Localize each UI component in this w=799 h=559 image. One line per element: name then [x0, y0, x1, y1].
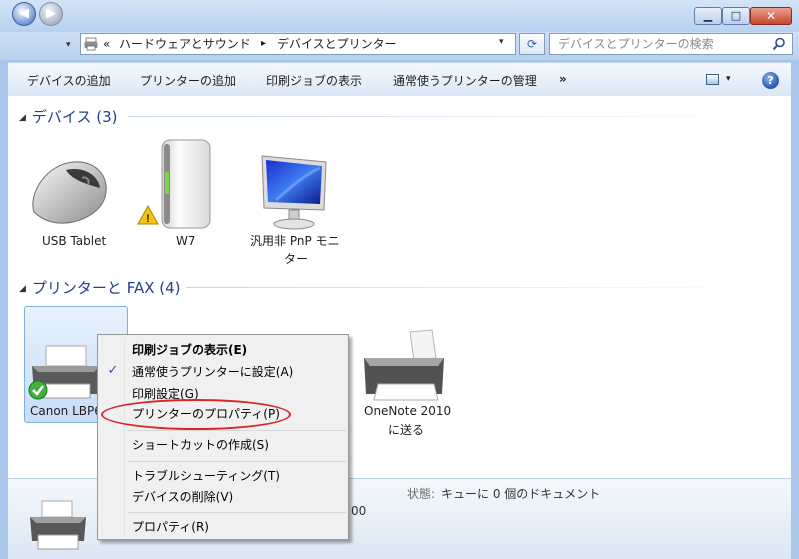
- forward-button[interactable]: ▶: [39, 2, 63, 26]
- group-divider: [186, 287, 768, 288]
- minimize-icon: ▁: [703, 9, 713, 22]
- breadcrumb-separator[interactable]: ▸: [261, 36, 266, 52]
- menu-separator: [128, 430, 346, 431]
- red-highlight-ellipse: [101, 399, 291, 430]
- search-placeholder: デバイスとプリンターの検索: [558, 37, 714, 51]
- svg-text:!: !: [146, 213, 150, 225]
- menu-separator: [128, 461, 346, 462]
- device-label-monitor[interactable]: 汎用非 PnP モニ: [250, 232, 340, 250]
- back-button[interactable]: ◀: [12, 2, 36, 26]
- close-icon: ✕: [765, 9, 777, 23]
- more-commands-button[interactable]: »: [559, 72, 567, 86]
- forward-arrow-icon: ▶: [46, 6, 56, 21]
- menu-item-remove-device[interactable]: デバイスの削除(V): [132, 488, 233, 505]
- mouse-icon[interactable]: [26, 154, 112, 230]
- search-icon[interactable]: [772, 37, 786, 51]
- menu-item-view-print-jobs[interactable]: 印刷ジョブの表示(E): [132, 341, 247, 358]
- device-label-monitor-line2[interactable]: ター: [284, 250, 308, 268]
- group-divider: [128, 116, 768, 117]
- default-printer-check-icon: [28, 380, 48, 400]
- address-bar[interactable]: « ハードウェアとサウンド ▸ デバイスとプリンター ▾: [80, 33, 516, 55]
- add-device-button[interactable]: デバイスの追加: [27, 72, 111, 89]
- breadcrumb-hardware-sound[interactable]: ハードウェアとサウンド: [119, 36, 251, 52]
- device-label-w7[interactable]: W7: [176, 232, 196, 250]
- details-status: 状態: キューに 0 個のドキュメント: [407, 485, 600, 502]
- refresh-icon: ⟳: [526, 37, 538, 51]
- add-printer-button[interactable]: プリンターの追加: [140, 72, 236, 89]
- details-extra-text: 00: [351, 504, 367, 518]
- command-bar: デバイスの追加 プリンターの追加 印刷ジョブの表示 通常使うプリンターの管理 »…: [8, 62, 791, 96]
- printer-location-icon: [84, 37, 98, 51]
- view-options-dropdown[interactable]: ▾: [726, 74, 731, 84]
- close-button[interactable]: ✕: [750, 7, 792, 25]
- monitor-icon[interactable]: [256, 152, 332, 232]
- menu-separator: [128, 512, 346, 513]
- menu-item-properties[interactable]: プロパティ(R): [132, 518, 209, 535]
- help-icon[interactable]: ?: [762, 72, 779, 89]
- change-view-icon[interactable]: [706, 74, 719, 85]
- printers-group-title: プリンターと FAX (4): [31, 279, 181, 297]
- check-icon: ✓: [107, 363, 119, 378]
- devices-group-title: デバイス (3): [31, 108, 118, 126]
- menu-gutter: [124, 337, 125, 537]
- minimize-button[interactable]: ▁: [694, 7, 722, 25]
- context-menu: ✓ 印刷ジョブの表示(E) 通常使うプリンターに設定(A) 印刷設定(G) プリ…: [97, 334, 349, 540]
- back-arrow-icon: ◀: [19, 6, 29, 21]
- printer-label-canon[interactable]: Canon LBP6: [30, 402, 102, 420]
- menu-item-troubleshoot[interactable]: トラブルシューティング(T): [132, 467, 280, 484]
- refresh-button[interactable]: ⟳: [519, 33, 545, 55]
- printer-icon: [30, 500, 86, 550]
- device-label-usb-tablet[interactable]: USB Tablet: [42, 232, 106, 250]
- search-box[interactable]: デバイスとプリンターの検索: [549, 33, 793, 55]
- printer-label-onenote[interactable]: OneNote 2010: [364, 402, 451, 420]
- collapse-arrow-icon: ◢: [19, 284, 26, 294]
- maximize-button[interactable]: □: [722, 7, 750, 25]
- computer-tower-icon[interactable]: !: [136, 138, 218, 234]
- menu-item-set-default-printer[interactable]: 通常使うプリンターに設定(A): [132, 363, 293, 380]
- breadcrumb-devices-printers[interactable]: デバイスとプリンター: [277, 36, 397, 52]
- printers-group-header[interactable]: ◢ プリンターと FAX (4): [19, 277, 181, 298]
- title-bar: ▁ □ ✕: [0, 0, 799, 32]
- devices-group-header[interactable]: ◢ デバイス (3): [19, 106, 118, 127]
- address-dropdown[interactable]: ▾: [499, 37, 504, 47]
- printer-label-onenote-line2[interactable]: に送る: [388, 421, 424, 439]
- status-label: 状態:: [407, 487, 436, 501]
- status-value: キューに 0 個のドキュメント: [441, 487, 601, 501]
- maximize-icon: □: [730, 9, 742, 22]
- print-jobs-button[interactable]: 印刷ジョブの表示: [266, 72, 362, 89]
- printer-icon[interactable]: [358, 328, 454, 406]
- collapse-arrow-icon: ◢: [19, 113, 26, 123]
- address-overflow[interactable]: «: [103, 36, 110, 52]
- menu-item-create-shortcut[interactable]: ショートカットの作成(S): [132, 436, 269, 453]
- recent-pages-dropdown[interactable]: ▾: [66, 40, 71, 50]
- explorer-window: ▁ □ ✕ ◀ ▶ ▾ « ハードウェアとサウンド ▸ デバイスとプリンター ▾…: [0, 0, 799, 559]
- manage-default-printers-button[interactable]: 通常使うプリンターの管理: [393, 72, 537, 89]
